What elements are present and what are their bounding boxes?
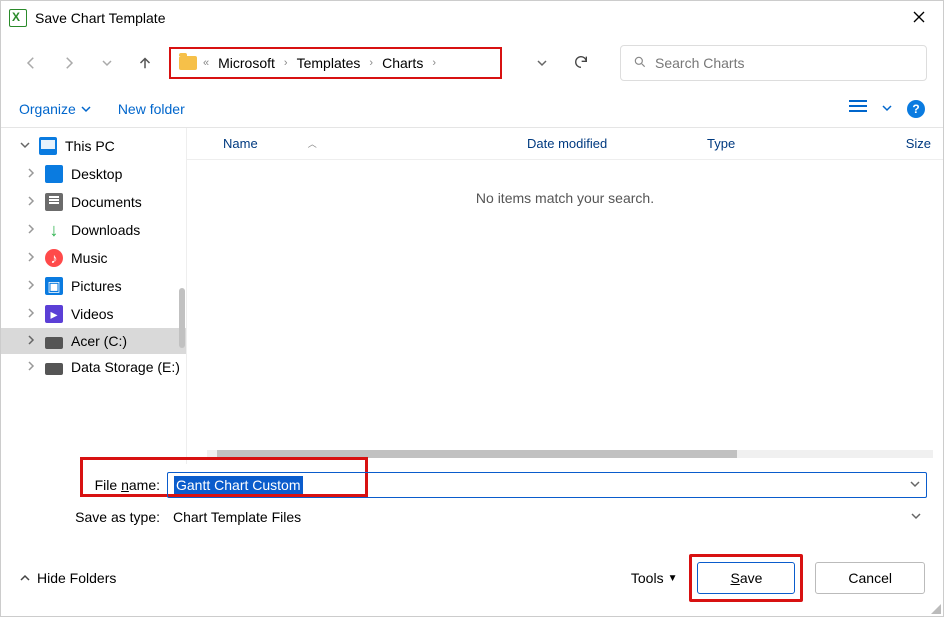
search-placeholder: Search Charts: [655, 55, 744, 71]
hide-folders-button[interactable]: Hide Folders: [19, 570, 116, 586]
column-name[interactable]: Name︿: [187, 136, 527, 151]
desktop-icon: [45, 165, 63, 183]
file-list: Name︿ Date modified Type Size No items m…: [187, 128, 943, 464]
forward-button[interactable]: [55, 49, 83, 77]
horizontal-scrollbar[interactable]: [207, 450, 933, 458]
sidebar: This PC Desktop Documents ↓ Downloads ♪ …: [1, 128, 187, 464]
app-icon: [9, 9, 27, 27]
drive-icon: [45, 337, 63, 349]
new-folder-button[interactable]: New folder: [118, 101, 185, 117]
column-type[interactable]: Type: [707, 136, 867, 151]
sidebar-item-label: Pictures: [71, 278, 122, 294]
column-date[interactable]: Date modified: [527, 136, 707, 151]
saveas-label: Save as type:: [17, 509, 167, 525]
cancel-button[interactable]: Cancel: [815, 562, 925, 594]
sidebar-item-label: Acer (C:): [71, 333, 127, 349]
chevron-right-icon: ›: [367, 57, 375, 69]
sidebar-item-label: Downloads: [71, 222, 140, 238]
history-dropdown[interactable]: [93, 49, 121, 77]
sidebar-scrollbar[interactable]: [179, 288, 185, 348]
saveas-dropdown-toggle[interactable]: [905, 510, 927, 525]
sidebar-item-label: Music: [71, 250, 108, 266]
refresh-button[interactable]: [566, 54, 596, 73]
search-input[interactable]: Search Charts: [620, 45, 927, 81]
back-button[interactable]: [17, 49, 45, 77]
expand-icon[interactable]: [19, 139, 31, 154]
address-bar[interactable]: « Microsoft › Templates › Charts ›: [169, 47, 502, 79]
expand-icon[interactable]: [25, 195, 37, 210]
view-list-icon[interactable]: [849, 99, 867, 119]
column-size[interactable]: Size: [867, 136, 943, 151]
sidebar-item-data-storage[interactable]: Data Storage (E:): [1, 354, 186, 380]
expand-icon[interactable]: [25, 223, 37, 238]
up-button[interactable]: [131, 49, 159, 77]
saveas-value: Chart Template Files: [173, 509, 905, 525]
highlight-box: Save: [689, 554, 803, 602]
breadcrumb-charts[interactable]: Charts: [379, 55, 426, 71]
help-icon[interactable]: ?: [907, 100, 925, 118]
expand-icon[interactable]: [25, 167, 37, 182]
sidebar-item-label: Documents: [71, 194, 142, 210]
organize-button[interactable]: Organize: [19, 101, 92, 117]
expand-icon[interactable]: [25, 360, 37, 375]
pictures-icon: ▣: [45, 277, 63, 295]
breadcrumb-templates[interactable]: Templates: [294, 55, 364, 71]
music-icon: ♪: [45, 249, 63, 267]
folder-icon: [179, 56, 197, 70]
expand-icon[interactable]: [25, 279, 37, 294]
documents-icon: [45, 193, 63, 211]
view-dropdown[interactable]: [881, 101, 893, 117]
filename-input[interactable]: Gantt Chart Custom: [167, 472, 927, 498]
videos-icon: ▸: [45, 305, 63, 323]
expand-icon[interactable]: [25, 251, 37, 266]
expand-icon[interactable]: [25, 334, 37, 349]
empty-message: No items match your search.: [187, 190, 943, 206]
close-button[interactable]: [903, 10, 935, 26]
sidebar-item-documents[interactable]: Documents: [1, 188, 186, 216]
pc-icon: [39, 137, 57, 155]
sidebar-item-acer-c[interactable]: Acer (C:): [1, 328, 186, 354]
window-title: Save Chart Template: [35, 10, 903, 26]
sidebar-item-downloads[interactable]: ↓ Downloads: [1, 216, 186, 244]
breadcrumb-microsoft[interactable]: Microsoft: [215, 55, 278, 71]
sidebar-item-videos[interactable]: ▸ Videos: [1, 300, 186, 328]
sidebar-item-this-pc[interactable]: This PC: [1, 132, 186, 160]
resize-grip[interactable]: [929, 602, 941, 614]
sort-asc-icon: ︿: [308, 137, 317, 150]
chevron-right-icon: ›: [282, 57, 290, 69]
sidebar-item-label: Desktop: [71, 166, 122, 182]
expand-icon[interactable]: [25, 307, 37, 322]
sidebar-item-music[interactable]: ♪ Music: [1, 244, 186, 272]
sidebar-item-label: This PC: [65, 138, 115, 154]
sidebar-item-label: Videos: [71, 306, 114, 322]
address-dropdown[interactable]: [528, 49, 556, 77]
filename-label: File name:: [17, 477, 167, 493]
downloads-icon: ↓: [45, 221, 63, 239]
sidebar-item-pictures[interactable]: ▣ Pictures: [1, 272, 186, 300]
saveas-dropdown[interactable]: Chart Template Files: [167, 504, 927, 530]
drive-icon: [45, 363, 63, 375]
chevron-right-icon: ›: [430, 57, 438, 69]
sidebar-item-label: Data Storage (E:): [71, 359, 180, 375]
save-button[interactable]: Save: [697, 562, 795, 594]
tools-dropdown[interactable]: Tools ▼: [631, 570, 678, 586]
search-icon: [633, 55, 647, 72]
filename-dropdown[interactable]: [904, 478, 926, 493]
breadcrumb-prefix: «: [201, 57, 211, 69]
sidebar-item-desktop[interactable]: Desktop: [1, 160, 186, 188]
